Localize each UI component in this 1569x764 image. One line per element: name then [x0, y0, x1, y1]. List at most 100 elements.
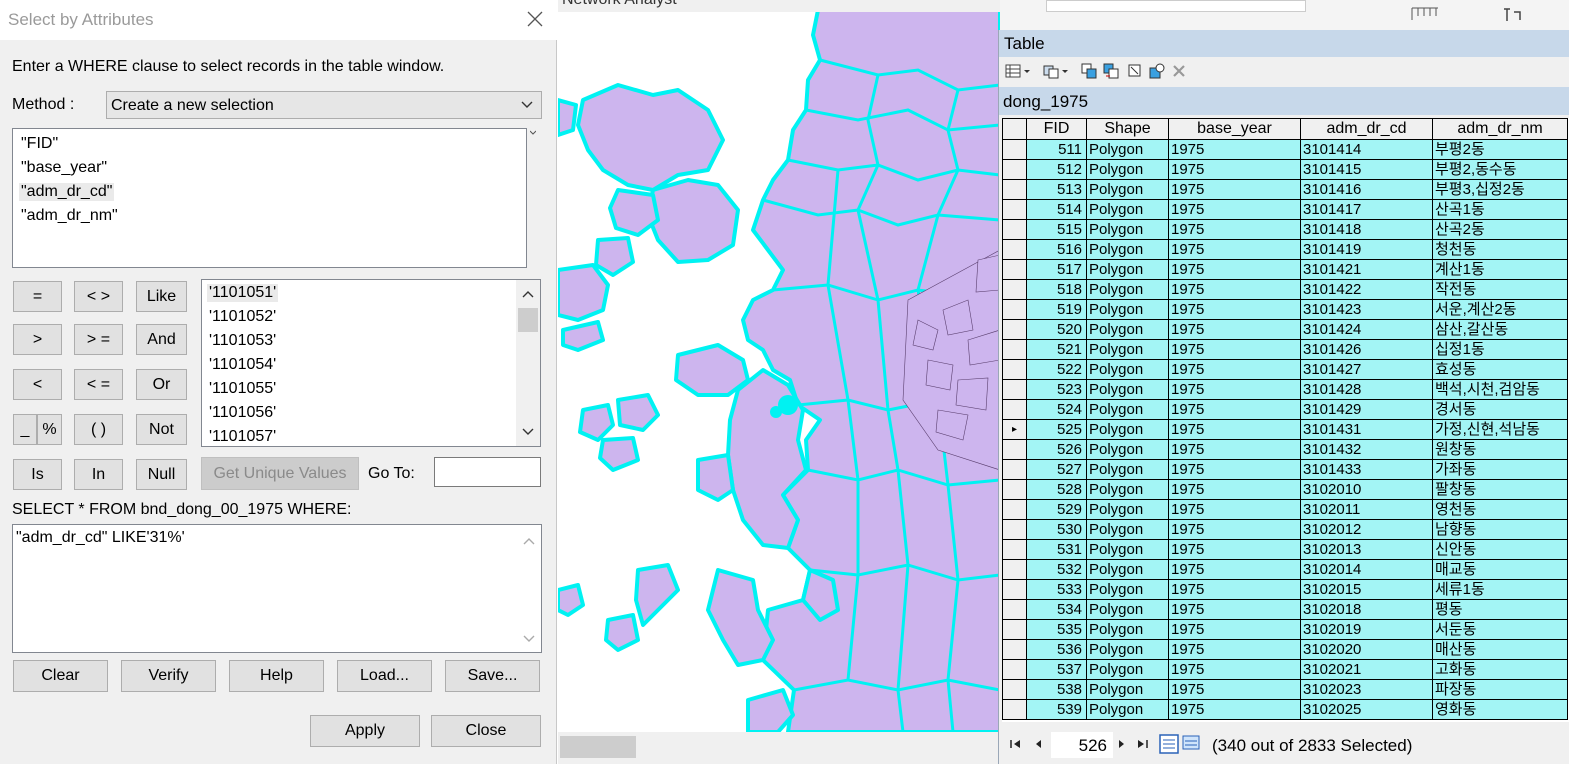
cell-adm-dr-nm[interactable]: 서운,계산2동	[1432, 299, 1568, 320]
cell-shape[interactable]: Polygon	[1086, 539, 1169, 560]
cell-base-year[interactable]: 1975	[1168, 599, 1301, 620]
table-row[interactable]: 530 Polygon 1975 3102012 남향동	[1002, 519, 1568, 540]
table-options-icon[interactable]	[1005, 63, 1021, 79]
last-record-icon[interactable]	[1135, 738, 1149, 750]
cell-adm-dr-nm[interactable]: 산곡2동	[1432, 219, 1568, 240]
equals-button[interactable]: =	[13, 281, 62, 312]
table-window-titlebar[interactable]: Table	[999, 30, 1569, 57]
row-selector[interactable]	[1002, 559, 1027, 580]
row-selector[interactable]	[1002, 239, 1027, 260]
save-button[interactable]: Save...	[445, 660, 540, 692]
map-polygons[interactable]	[558, 0, 1000, 732]
cell-shape[interactable]: Polygon	[1086, 239, 1169, 260]
field-item-adm-dr-nm[interactable]: "adm_dr_nm"	[19, 207, 120, 225]
cell-fid[interactable]: 521	[1026, 339, 1087, 360]
cell-base-year[interactable]: 1975	[1168, 139, 1301, 160]
select-by-attributes-icon[interactable]	[1081, 63, 1097, 79]
cell-adm-dr-cd[interactable]: 3101423	[1300, 299, 1433, 320]
cell-base-year[interactable]: 1975	[1168, 559, 1301, 580]
cell-fid[interactable]: 524	[1026, 399, 1087, 420]
delete-selected-icon[interactable]	[1171, 63, 1187, 79]
cell-adm-dr-nm[interactable]: 부평2동	[1432, 139, 1568, 160]
map-view[interactable]: Network Analyst	[558, 0, 1000, 764]
cell-adm-dr-cd[interactable]: 3102013	[1300, 539, 1433, 560]
cell-shape[interactable]: Polygon	[1086, 339, 1169, 360]
record-number-input[interactable]: 526	[1051, 732, 1113, 758]
cell-adm-dr-cd[interactable]: 3102015	[1300, 579, 1433, 600]
cell-base-year[interactable]: 1975	[1168, 699, 1301, 720]
cell-shape[interactable]: Polygon	[1086, 579, 1169, 600]
table-row[interactable]: 529 Polygon 1975 3102011 영천동	[1002, 499, 1568, 520]
row-selector[interactable]	[1002, 199, 1027, 220]
greater-equal-button[interactable]: > =	[74, 324, 123, 355]
row-selector[interactable]	[1002, 159, 1027, 180]
table-row[interactable]: 523 Polygon 1975 3101428 백석,시천,검암동	[1002, 379, 1568, 400]
cell-shape[interactable]: Polygon	[1086, 439, 1169, 460]
cell-shape[interactable]: Polygon	[1086, 279, 1169, 300]
cell-adm-dr-nm[interactable]: 부평2,동수동	[1432, 159, 1568, 180]
table-row[interactable]: 533 Polygon 1975 3102015 세류1동	[1002, 579, 1568, 600]
cell-adm-dr-nm[interactable]: 서둔동	[1432, 619, 1568, 640]
cell-shape[interactable]: Polygon	[1086, 559, 1169, 580]
table-row[interactable]: 538 Polygon 1975 3102023 파장동	[1002, 679, 1568, 700]
and-button[interactable]: And	[136, 324, 187, 355]
cell-shape[interactable]: Polygon	[1086, 179, 1169, 200]
cell-shape[interactable]: Polygon	[1086, 459, 1169, 480]
field-item-base-year[interactable]: "base_year"	[19, 159, 109, 177]
cell-shape[interactable]: Polygon	[1086, 519, 1169, 540]
cell-shape[interactable]: Polygon	[1086, 139, 1169, 160]
table-tab[interactable]: dong_1975	[999, 87, 1569, 115]
cell-base-year[interactable]: 1975	[1168, 679, 1301, 700]
underscore-button[interactable]: _	[13, 414, 37, 445]
cell-base-year[interactable]: 1975	[1168, 279, 1301, 300]
cell-base-year[interactable]: 1975	[1168, 499, 1301, 520]
cell-fid[interactable]: 537	[1026, 659, 1087, 680]
table-row[interactable]: 520 Polygon 1975 3101424 삼산,갈산동	[1002, 319, 1568, 340]
cell-adm-dr-cd[interactable]: 3102014	[1300, 559, 1433, 580]
cell-fid[interactable]: 538	[1026, 679, 1087, 700]
not-button[interactable]: Not	[136, 414, 187, 445]
cell-shape[interactable]: Polygon	[1086, 259, 1169, 280]
get-unique-values-button[interactable]: Get Unique Values	[201, 457, 359, 490]
column-header-fid[interactable]: FID	[1026, 118, 1087, 140]
cell-shape[interactable]: Polygon	[1086, 599, 1169, 620]
row-selector[interactable]	[1002, 539, 1027, 560]
row-selector[interactable]	[1002, 219, 1027, 240]
cell-adm-dr-cd[interactable]: 3101427	[1300, 359, 1433, 380]
cell-adm-dr-cd[interactable]: 3102023	[1300, 679, 1433, 700]
cell-adm-dr-cd[interactable]: 3101433	[1300, 459, 1433, 480]
cell-shape[interactable]: Polygon	[1086, 159, 1169, 180]
cell-adm-dr-cd[interactable]: 3101429	[1300, 399, 1433, 420]
cell-shape[interactable]: Polygon	[1086, 319, 1169, 340]
unique-values-scrollbar[interactable]	[516, 280, 540, 446]
cell-shape[interactable]: Polygon	[1086, 659, 1169, 680]
cell-fid[interactable]: 525	[1026, 419, 1087, 440]
cell-shape[interactable]: Polygon	[1086, 419, 1169, 440]
cell-adm-dr-nm[interactable]: 고화동	[1432, 659, 1568, 680]
cell-adm-dr-nm[interactable]: 십정1동	[1432, 339, 1568, 360]
cell-adm-dr-nm[interactable]: 남향동	[1432, 519, 1568, 540]
cell-base-year[interactable]: 1975	[1168, 539, 1301, 560]
cell-fid[interactable]: 517	[1026, 259, 1087, 280]
cell-fid[interactable]: 528	[1026, 479, 1087, 500]
row-selector[interactable]	[1002, 259, 1027, 280]
row-selector[interactable]	[1002, 179, 1027, 200]
cell-shape[interactable]: Polygon	[1086, 219, 1169, 240]
row-selector[interactable]	[1002, 319, 1027, 340]
less-equal-button[interactable]: < =	[74, 369, 123, 400]
row-selector[interactable]	[1002, 599, 1027, 620]
cell-fid[interactable]: 511	[1026, 139, 1087, 160]
cell-adm-dr-cd[interactable]: 3101414	[1300, 139, 1433, 160]
cell-fid[interactable]: 530	[1026, 519, 1087, 540]
table-row[interactable]: 511 Polygon 1975 3101414 부평2동	[1002, 139, 1568, 160]
cell-adm-dr-cd[interactable]: 3102021	[1300, 659, 1433, 680]
cell-base-year[interactable]: 1975	[1168, 439, 1301, 460]
cell-adm-dr-nm[interactable]: 매산동	[1432, 639, 1568, 660]
close-icon[interactable]	[524, 8, 546, 30]
cell-base-year[interactable]: 1975	[1168, 659, 1301, 680]
cell-fid[interactable]: 520	[1026, 319, 1087, 340]
verify-button[interactable]: Verify	[121, 660, 216, 692]
cell-fid[interactable]: 519	[1026, 299, 1087, 320]
cell-fid[interactable]: 533	[1026, 579, 1087, 600]
row-selector[interactable]	[1002, 379, 1027, 400]
